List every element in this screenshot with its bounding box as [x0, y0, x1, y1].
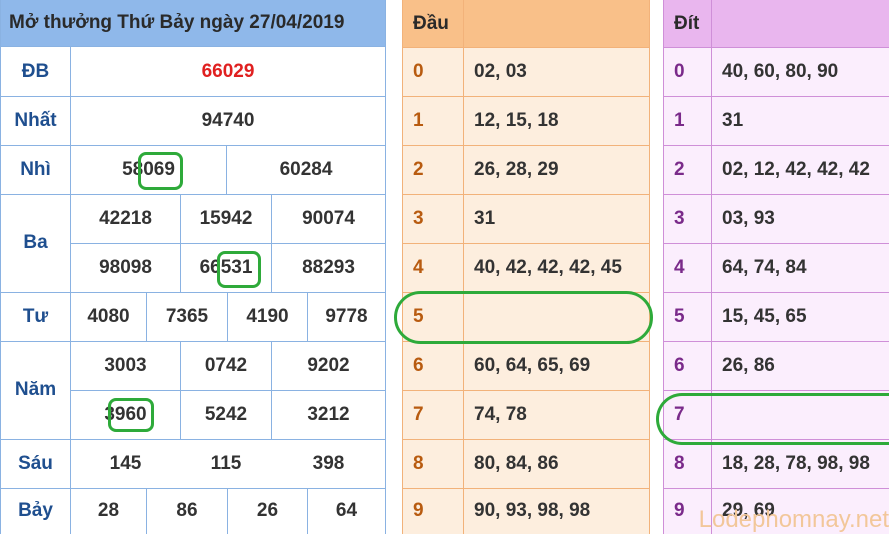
prize-label-ba: Ba	[23, 232, 48, 253]
highlight-box-dau-5	[394, 291, 653, 344]
special-prize-number: 66029	[201, 60, 255, 82]
dau-values: 74, 78	[474, 403, 527, 425]
dit-key: 0	[674, 60, 685, 82]
prize-label-sau: Sáu	[18, 452, 53, 474]
seventh-prize-number: 26	[256, 500, 279, 521]
fifth-prize-number: 3212	[307, 403, 350, 425]
first-prize-number: 94740	[201, 109, 255, 131]
highlight-box-dit-7	[656, 393, 889, 445]
fifth-prize-number: 5242	[204, 403, 248, 425]
watermark-text: Lodephomnay.net	[698, 506, 889, 533]
dau-key: 1	[413, 109, 424, 131]
results-title-bar: Mở thưởng Thứ Bảy ngày 27/04/2019	[1, 0, 385, 47]
dit-values: 31	[722, 109, 744, 131]
dit-key: 4	[674, 256, 685, 278]
dau-key: 4	[413, 256, 424, 278]
sixth-prize-number: 398	[312, 452, 345, 474]
highlight-box-ba	[217, 251, 261, 288]
seventh-prize-number: 86	[176, 500, 198, 521]
dau-table: Đầu 0 02, 03 1 12, 15, 18 2 26, 28, 29 3…	[402, 0, 650, 534]
dau-values: 26, 28, 29	[474, 158, 559, 180]
third-prize-number: 90074	[302, 207, 355, 229]
prize-label-nam: Năm	[14, 379, 57, 400]
third-prize-number: 15942	[199, 207, 253, 229]
dau-key: 7	[413, 403, 424, 425]
sixth-prize-number: 145	[109, 452, 142, 474]
third-prize-number: 88293	[302, 256, 355, 278]
dit-values: 02, 12, 42, 42, 42	[722, 158, 870, 180]
dit-values: 03, 93	[722, 207, 775, 229]
highlight-box-nam	[108, 398, 154, 432]
fourth-prize-number: 7365	[165, 305, 209, 327]
highlight-box-nhi	[138, 152, 183, 190]
dit-values: 26, 86	[722, 354, 775, 376]
dau-key: 8	[413, 452, 424, 474]
results-title: Mở thưởng Thứ Bảy ngày 27/04/2019	[9, 12, 345, 33]
dau-values: 12, 15, 18	[474, 109, 559, 131]
dau-key: 2	[413, 158, 424, 180]
results-table: Mở thưởng Thứ Bảy ngày 27/04/2019 ĐB Nhấ…	[0, 0, 386, 534]
prize-label-bay: Bảy	[18, 500, 53, 521]
fourth-prize-number: 4190	[246, 305, 289, 327]
dit-key: 8	[674, 452, 685, 474]
dit-key: 3	[674, 207, 685, 229]
seventh-prize-number: 64	[335, 500, 358, 521]
dit-table: Đít 0 40, 60, 80, 90 1 31 2 02, 12, 42, …	[663, 0, 889, 534]
dit-values: 64, 74, 84	[722, 256, 807, 278]
dau-key: 9	[413, 500, 424, 521]
fourth-prize-number: 9778	[325, 305, 368, 327]
prize-label-nhi: Nhì	[20, 158, 51, 180]
second-prize-number: 60284	[279, 158, 333, 180]
dau-values: 80, 84, 86	[474, 452, 559, 474]
fourth-prize-number: 4080	[87, 305, 130, 327]
dau-key: 6	[413, 354, 424, 376]
third-prize-number: 98098	[99, 256, 152, 278]
sixth-prize-number: 115	[210, 452, 242, 474]
fifth-prize-number: 0742	[204, 354, 248, 376]
seventh-prize-number: 28	[97, 500, 120, 521]
prize-label-tu: Tư	[22, 305, 49, 327]
prize-label-nhat: Nhất	[14, 109, 57, 131]
fifth-prize-number: 3003	[104, 354, 147, 376]
dau-values: 60, 64, 65, 69	[474, 354, 591, 376]
dit-key: 1	[674, 109, 685, 131]
dit-key: 5	[674, 305, 685, 327]
dau-key: 3	[413, 207, 424, 229]
third-prize-number: 42218	[99, 207, 152, 229]
dau-header-label: Đầu	[413, 12, 449, 34]
dau-values: 31	[474, 207, 496, 229]
dau-values: 90, 93, 98, 98	[474, 500, 591, 521]
dit-key: 2	[674, 158, 685, 180]
fifth-prize-number: 9202	[307, 354, 350, 376]
dau-values: 02, 03	[474, 60, 527, 82]
dit-values: 15, 45, 65	[722, 305, 807, 327]
dit-values: 40, 60, 80, 90	[722, 60, 839, 82]
dit-values: 18, 28, 78, 98, 98	[722, 452, 870, 474]
dau-values: 40, 42, 42, 42, 45	[474, 256, 622, 278]
dit-key: 6	[674, 354, 685, 376]
dit-header-label: Đít	[674, 12, 700, 34]
dau-key: 0	[413, 60, 424, 82]
prize-label-db: ĐB	[21, 60, 50, 82]
